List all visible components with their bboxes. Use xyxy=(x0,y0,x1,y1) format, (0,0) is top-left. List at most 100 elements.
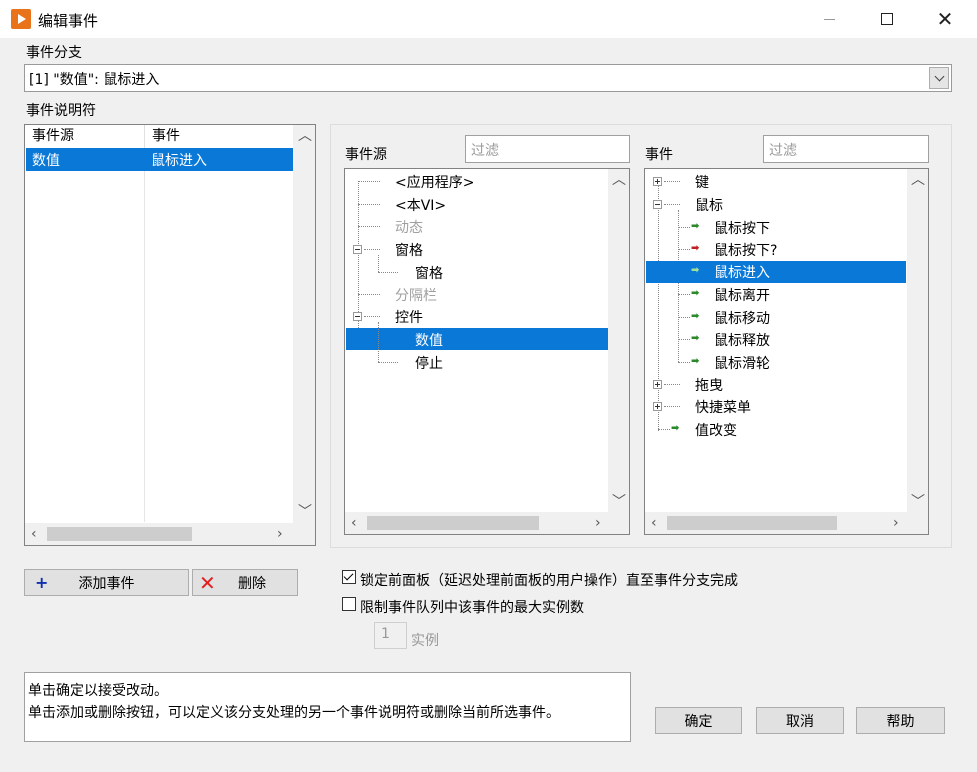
tree-item[interactable]: 动态 xyxy=(395,217,423,237)
table-row[interactable]: 数值 鼠标进入 xyxy=(26,148,293,171)
expand-icon[interactable] xyxy=(653,380,662,389)
scroll-up-icon[interactable]: ︿ xyxy=(612,173,626,187)
maximize-button[interactable] xyxy=(858,0,916,38)
tree-item[interactable]: 鼠标按下? xyxy=(714,240,777,260)
delete-x-icon: ✕ xyxy=(199,571,216,595)
scroll-up-icon[interactable]: ︿ xyxy=(911,173,925,187)
tree-item[interactable]: 鼠标释放 xyxy=(714,330,770,350)
scroll-left-icon[interactable]: ‹ xyxy=(31,527,37,541)
tree-item[interactable]: 控件 xyxy=(395,307,423,327)
event-type-tree[interactable]: 键 鼠标 ➡ 鼠标按下 ➡ 鼠标按下? ➡ 鼠标进入 ➡ 鼠标离开 ➡ 鼠标移动… xyxy=(644,168,929,535)
tree-item[interactable]: 值改变 xyxy=(695,420,737,440)
tree-item-selected[interactable] xyxy=(346,328,609,350)
event-arrow-icon: ➡ xyxy=(691,288,700,299)
delete-event-button[interactable]: ✕ 删除 xyxy=(192,569,298,596)
window-title: 编辑事件 xyxy=(38,12,99,30)
collapse-icon[interactable] xyxy=(353,312,362,321)
tree-item[interactable]: 数值 xyxy=(415,330,443,350)
event-branch-value: [1] "数值": 鼠标进入 xyxy=(29,72,160,88)
tree-item[interactable]: <应用程序> xyxy=(395,172,474,192)
lock-front-panel-checkbox[interactable] xyxy=(342,570,356,584)
tree-item[interactable]: 鼠标进入 xyxy=(714,262,770,282)
tree-item[interactable]: <本VI> xyxy=(395,195,446,215)
instances-input[interactable]: 1 xyxy=(374,622,407,649)
tree-item[interactable]: 快捷菜单 xyxy=(695,397,751,417)
event-branch-label: 事件分支 xyxy=(26,45,82,61)
horizontal-scrollbar[interactable]: ‹ › xyxy=(645,512,928,534)
tree-item[interactable]: 鼠标滑轮 xyxy=(714,353,770,373)
tree-item[interactable]: 鼠标移动 xyxy=(714,308,770,328)
add-event-label: 添加事件 xyxy=(78,575,135,592)
title-bar: 编辑事件 ✕ xyxy=(0,0,977,38)
event-arrow-icon: ➡ xyxy=(691,311,700,322)
maximize-icon xyxy=(881,13,893,25)
close-button[interactable]: ✕ xyxy=(916,0,974,38)
close-icon: ✕ xyxy=(936,7,954,31)
event-branch-select[interactable]: [1] "数值": 鼠标进入 xyxy=(24,64,952,92)
vertical-scrollbar[interactable]: ︿ ﹀ xyxy=(608,169,629,512)
expand-icon[interactable] xyxy=(653,177,662,186)
minimize-icon xyxy=(823,18,835,20)
tree-item[interactable]: 鼠标离开 xyxy=(714,285,770,305)
tree-item[interactable]: 鼠标 xyxy=(695,195,723,215)
column-header-event[interactable]: 事件 xyxy=(145,125,293,147)
tree-item[interactable]: 鼠标按下 xyxy=(714,218,770,238)
labview-app-icon xyxy=(11,9,31,29)
event-arrow-icon: ➡ xyxy=(671,423,680,434)
event-arrow-icon: ➡ xyxy=(691,333,700,344)
limit-queue-checkbox[interactable] xyxy=(342,597,356,611)
help-line-1: 单击确定以接受改动。 xyxy=(28,683,168,699)
scroll-thumb[interactable] xyxy=(47,527,192,541)
tree-item[interactable]: 分隔栏 xyxy=(395,285,437,305)
scroll-right-icon[interactable]: › xyxy=(277,527,283,541)
chevron-down-icon xyxy=(934,71,944,81)
horizontal-scrollbar[interactable]: ‹ › xyxy=(25,523,315,545)
event-arrow-icon: ➡ xyxy=(691,356,700,367)
scroll-left-icon[interactable]: ‹ xyxy=(351,516,357,530)
limit-queue-label[interactable]: 限制事件队列中该事件的最大实例数 xyxy=(360,597,584,617)
scroll-left-icon[interactable]: ‹ xyxy=(651,516,657,530)
help-button[interactable]: 帮助 xyxy=(856,707,945,734)
column-divider xyxy=(144,147,145,522)
event-arrow-icon: ➡ xyxy=(691,265,700,276)
cancel-button[interactable]: 取消 xyxy=(756,707,844,734)
help-line-2: 单击添加或删除按钮，可以定义该分支处理的另一个事件说明符或删除当前所选事件。 xyxy=(28,705,560,721)
events-label: 事件 xyxy=(645,147,673,163)
help-text-box: 单击确定以接受改动。 单击添加或删除按钮，可以定义该分支处理的另一个事件说明符或… xyxy=(24,672,631,742)
tree-item[interactable]: 窗格 xyxy=(395,240,423,260)
collapse-icon[interactable] xyxy=(353,245,362,254)
lock-front-panel-label[interactable]: 锁定前面板（延迟处理前面板的用户操作）直至事件分支完成 xyxy=(360,570,738,590)
minimize-button[interactable] xyxy=(800,0,858,38)
ok-button[interactable]: 确定 xyxy=(655,707,742,734)
event-specifiers-table[interactable]: 事件源 事件 数值 鼠标进入 ︿ ﹀ ‹ › xyxy=(24,124,316,546)
add-event-button[interactable]: + 添加事件 xyxy=(24,569,189,596)
scroll-down-icon[interactable]: ﹀ xyxy=(911,495,925,509)
tree-item[interactable]: 拖曳 xyxy=(695,375,723,395)
scroll-right-icon[interactable]: › xyxy=(595,516,601,530)
event-source-tree[interactable]: <应用程序> <本VI> 动态 窗格 窗格 分隔栏 控件 数值 停止 ︿ ﹀ ‹… xyxy=(344,168,630,535)
scroll-thumb[interactable] xyxy=(667,516,837,530)
horizontal-scrollbar[interactable]: ‹ › xyxy=(345,512,629,534)
filter-event-arrow-icon: ➡ xyxy=(691,243,700,254)
delete-label: 删除 xyxy=(238,575,266,592)
expand-icon[interactable] xyxy=(653,402,662,411)
scroll-right-icon[interactable]: › xyxy=(893,516,899,530)
source-filter-input[interactable]: 过滤 xyxy=(465,135,630,163)
column-header-source[interactable]: 事件源 xyxy=(25,125,145,147)
event-specifiers-label: 事件说明符 xyxy=(26,103,96,119)
tree-item[interactable]: 窗格 xyxy=(415,263,443,283)
scroll-up-icon[interactable]: ︿ xyxy=(298,129,312,143)
tree-item[interactable]: 停止 xyxy=(415,353,443,373)
collapse-icon[interactable] xyxy=(653,200,662,209)
event-filter-input[interactable]: 过滤 xyxy=(763,135,929,163)
vertical-scrollbar[interactable]: ︿ ﹀ xyxy=(293,125,315,523)
row-event-cell: 鼠标进入 xyxy=(151,153,207,169)
instances-label: 实例 xyxy=(411,633,439,649)
scroll-down-icon[interactable]: ﹀ xyxy=(298,505,312,519)
tree-item[interactable]: 键 xyxy=(695,172,709,192)
scroll-thumb[interactable] xyxy=(367,516,539,530)
tree-item-selected[interactable] xyxy=(646,261,906,283)
scroll-down-icon[interactable]: ﹀ xyxy=(612,495,626,509)
dropdown-button[interactable] xyxy=(929,67,949,89)
vertical-scrollbar[interactable]: ︿ ﹀ xyxy=(907,169,928,512)
